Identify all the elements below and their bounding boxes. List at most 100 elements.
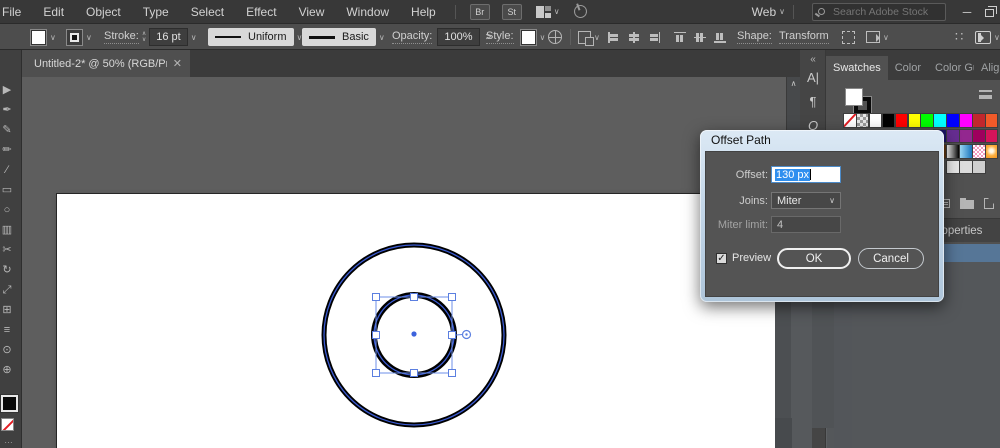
swatch-0-11[interactable] [986, 114, 998, 127]
swatch-0-8[interactable] [947, 114, 959, 127]
menu-object[interactable]: Object [75, 0, 132, 24]
stroke-weight-value[interactable]: 16 pt [149, 28, 187, 46]
dialog-title[interactable]: Offset Path [700, 130, 944, 151]
align-v-center-icon[interactable] [694, 32, 706, 43]
align-right-icon[interactable] [648, 32, 660, 43]
bounding-box-icon[interactable] [842, 31, 855, 44]
restore-button[interactable] [978, 0, 1000, 24]
stock-search[interactable] [812, 3, 946, 21]
swatch-1-8[interactable] [947, 130, 959, 143]
menu-type[interactable]: Type [132, 0, 180, 24]
offset-input[interactable]: 130 px [771, 166, 841, 183]
selection-handle-7[interactable] [449, 370, 456, 377]
tool-icon-8[interactable]: ✂ [0, 240, 18, 260]
isolate-icon[interactable] [578, 31, 591, 44]
swatch-0-4[interactable] [896, 114, 908, 127]
swatch-0-9[interactable] [960, 114, 972, 127]
align-left-icon[interactable] [608, 32, 620, 43]
align-h-center-icon[interactable] [628, 32, 640, 43]
align-bottom-icon[interactable] [714, 32, 726, 43]
swatch-0-10[interactable] [973, 114, 985, 127]
menu-edit[interactable]: Edit [32, 0, 75, 24]
tool-icon-0[interactable]: ▶ [0, 80, 18, 100]
fill-color-swatch[interactable] [30, 29, 47, 46]
swatch-0-3[interactable] [883, 114, 895, 127]
width-profile-dropdown[interactable]: Uniform [208, 28, 294, 46]
tool-icon-9[interactable]: ↻ [0, 260, 18, 280]
selection-handle-5[interactable] [373, 370, 380, 377]
transform-label[interactable]: Transform [779, 30, 829, 44]
swatch-0-2[interactable] [870, 114, 882, 127]
stroke-color-swatch[interactable] [66, 29, 83, 46]
style-swatch[interactable] [520, 29, 537, 46]
tool-icon-6[interactable]: ○ [0, 200, 18, 220]
tool-icon-4[interactable]: ∕ [0, 160, 18, 180]
swatch-1-9[interactable] [960, 130, 972, 143]
ok-button[interactable]: OK [777, 248, 851, 269]
style-label[interactable]: Style: [486, 30, 514, 44]
menu-effect[interactable]: Effect [235, 0, 287, 24]
selection-handle-2[interactable] [449, 294, 456, 301]
menu-window[interactable]: Window [335, 0, 400, 24]
panel-tab-swatches[interactable]: Swatches [826, 56, 888, 80]
menu-view[interactable]: View [288, 0, 336, 24]
tool-icon-7[interactable]: ▥ [0, 220, 18, 240]
swatch-0-6[interactable] [921, 114, 933, 127]
swatch-0-0[interactable] [844, 114, 856, 127]
tool-icon-13[interactable]: ⊙ [0, 340, 18, 360]
stroke-stepper[interactable]: ∧∨ [142, 31, 146, 43]
panel-tab-align[interactable]: Align [974, 56, 1000, 80]
graphic-style-icon[interactable] [866, 31, 880, 43]
swatch-2-8[interactable] [947, 145, 959, 158]
document-setup-icon[interactable] [548, 30, 562, 44]
fill-chevron-icon[interactable]: ∨ [50, 33, 56, 42]
menu-help[interactable]: Help [400, 0, 447, 24]
shape-label[interactable]: Shape: [737, 30, 772, 44]
chevron-down-icon[interactable]: ∨ [554, 7, 560, 16]
scroll-up-icon[interactable]: ∧ [791, 79, 797, 88]
search-input[interactable] [831, 5, 940, 19]
paragraph-panel-icon[interactable]: ¶ [800, 94, 826, 109]
panel-tab-color-guide[interactable]: Color Guide [928, 56, 974, 80]
document-tab[interactable]: Untitled-2* @ 50% (RGB/Preview) ✕ [22, 50, 190, 77]
brush-dropdown[interactable]: Basic [302, 28, 376, 46]
tool-icon-10[interactable]: ⤢ [0, 280, 18, 300]
swatch-3-10[interactable] [973, 161, 985, 174]
stroke-weight-label[interactable]: Stroke: [104, 30, 139, 44]
swatch-3-9[interactable] [960, 161, 972, 174]
swatch-1-10[interactable] [973, 130, 985, 143]
tool-icon-12[interactable]: ≡ [0, 320, 18, 340]
tool-icon-5[interactable]: ▭ [0, 180, 18, 200]
swatch-0-7[interactable] [934, 114, 946, 127]
dock-toggle-icon[interactable] [975, 31, 991, 44]
character-panel-icon[interactable]: A| [800, 70, 826, 85]
menu-select[interactable]: Select [180, 0, 235, 24]
opacity-value[interactable]: 100% [437, 28, 479, 46]
tool-icon-3[interactable]: ✏ [0, 140, 18, 160]
tool-icon-2[interactable]: ✎ [0, 120, 18, 140]
selection-handle-0[interactable] [373, 294, 380, 301]
new-swatch-icon[interactable] [984, 198, 994, 209]
arrange-documents-icon[interactable] [536, 6, 551, 18]
selection-handle-3[interactable] [373, 332, 380, 339]
swatch-2-11[interactable] [986, 145, 998, 158]
tool-icon-1[interactable]: ✒ [0, 100, 18, 120]
cancel-button[interactable]: Cancel [858, 248, 924, 269]
selection-handle-1[interactable] [411, 294, 418, 301]
selection-center-point[interactable] [411, 331, 416, 336]
workspace-chevron-icon[interactable]: ∨ [779, 7, 785, 16]
toolbar-more-icon[interactable]: … [4, 435, 13, 445]
swatch-2-9[interactable] [960, 145, 972, 158]
bridge-button[interactable]: Br [470, 4, 490, 20]
workspace-switcher[interactable]: Web [752, 5, 776, 19]
panel-tab-color[interactable]: Color [888, 56, 928, 80]
brush-chevron-icon[interactable]: ∨ [379, 33, 385, 42]
tool-icon-14[interactable]: ⊕ [0, 360, 18, 380]
minimize-button[interactable]: ─ [956, 0, 978, 24]
expand-panels-icon[interactable]: « [800, 54, 826, 65]
miter-limit-field[interactable]: 4 [771, 216, 841, 233]
stroke-chevron-icon[interactable]: ∨ [86, 33, 92, 42]
stroke-weight-chevron-icon[interactable]: ∨ [191, 33, 197, 42]
stock-button[interactable]: St [502, 4, 522, 20]
style-chevron-icon[interactable]: ∨ [540, 33, 546, 42]
